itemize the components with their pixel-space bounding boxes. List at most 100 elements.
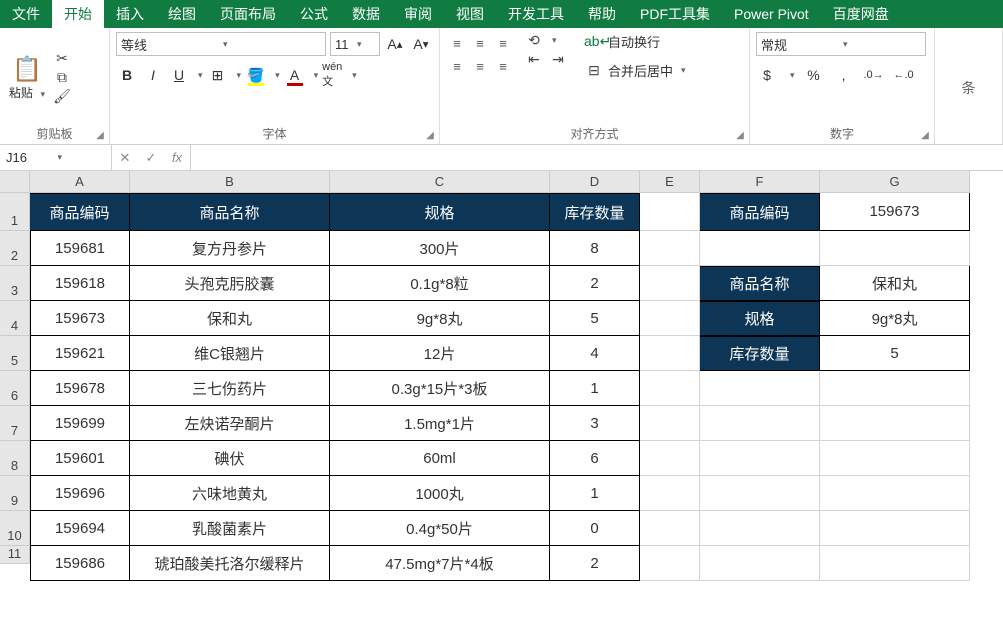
empty-cell[interactable]	[700, 441, 820, 476]
tab-pdf[interactable]: PDF工具集	[628, 0, 722, 28]
table-cell[interactable]: 159678	[30, 371, 130, 406]
tab-home[interactable]: 开始	[52, 0, 104, 28]
row-header[interactable]: 8	[0, 441, 30, 476]
empty-cell[interactable]	[640, 511, 700, 546]
align-left-icon[interactable]: ≡	[446, 55, 468, 77]
table-cell[interactable]: 左炔诺孕酮片	[130, 406, 330, 441]
phonetic-button[interactable]: wén 文	[322, 64, 344, 86]
table-cell[interactable]: 碘伏	[130, 441, 330, 476]
table-header-cell[interactable]: 库存数量	[550, 193, 640, 231]
empty-cell[interactable]	[640, 266, 700, 301]
table-header-cell[interactable]: 商品编码	[700, 193, 820, 231]
col-header[interactable]: F	[700, 171, 820, 193]
empty-cell[interactable]	[640, 406, 700, 441]
empty-cell[interactable]	[640, 231, 700, 266]
table-cell[interactable]: 0	[550, 511, 640, 546]
font-size-combo[interactable]: 11▾	[330, 32, 380, 56]
table-cell[interactable]: 5	[820, 336, 970, 371]
empty-cell[interactable]	[820, 511, 970, 546]
empty-cell[interactable]	[640, 336, 700, 371]
empty-cell[interactable]	[820, 371, 970, 406]
number-format-combo[interactable]: 常规▾	[756, 32, 926, 56]
table-cell[interactable]: 8	[550, 231, 640, 266]
dialog-launcher-icon[interactable]: ◢	[918, 128, 932, 142]
empty-cell[interactable]	[700, 476, 820, 511]
col-header[interactable]: D	[550, 171, 640, 193]
table-header-cell[interactable]: 商品名称	[700, 266, 820, 301]
border-button[interactable]: ⊞	[207, 64, 229, 86]
comma-button[interactable]: ,	[833, 64, 855, 86]
col-header[interactable]: C	[330, 171, 550, 193]
tab-data[interactable]: 数据	[340, 0, 392, 28]
table-cell[interactable]: 1	[550, 476, 640, 511]
row-header[interactable]: 11	[0, 546, 30, 564]
table-cell[interactable]: 159696	[30, 476, 130, 511]
table-cell[interactable]: 9g*8丸	[820, 301, 970, 336]
empty-cell[interactable]	[700, 511, 820, 546]
table-cell[interactable]: 0.3g*15片*3板	[330, 371, 550, 406]
empty-cell[interactable]	[640, 371, 700, 406]
table-cell[interactable]: 47.5mg*7片*4板	[330, 546, 550, 581]
table-cell[interactable]: 乳酸菌素片	[130, 511, 330, 546]
table-header-cell[interactable]: 库存数量	[700, 336, 820, 371]
increase-indent-icon[interactable]: ⇥	[548, 51, 568, 68]
tab-powerpivot[interactable]: Power Pivot	[722, 0, 821, 28]
table-cell[interactable]: 159681	[30, 231, 130, 266]
tab-file[interactable]: 文件	[0, 0, 52, 28]
fill-color-button[interactable]: 🪣	[245, 64, 267, 86]
table-cell[interactable]: 159699	[30, 406, 130, 441]
underline-button[interactable]: U	[168, 64, 190, 86]
row-header[interactable]: 2	[0, 231, 30, 266]
table-cell[interactable]: 6	[550, 441, 640, 476]
worksheet-grid[interactable]: ABCDEFG 1商品编码商品名称规格库存数量商品编码1596732159681…	[0, 171, 1003, 581]
align-middle-icon[interactable]: ≡	[469, 32, 491, 54]
table-header-cell[interactable]: 规格	[700, 301, 820, 336]
paste-button[interactable]: 📋 粘贴 ▾	[6, 55, 48, 101]
table-cell[interactable]: 159618	[30, 266, 130, 301]
empty-cell[interactable]	[700, 406, 820, 441]
tab-layout[interactable]: 页面布局	[208, 0, 288, 28]
decrease-indent-icon[interactable]: ⇤	[524, 51, 544, 68]
table-cell[interactable]: 159694	[30, 511, 130, 546]
increase-decimal-icon[interactable]: .0→	[863, 64, 885, 86]
empty-cell[interactable]	[820, 546, 970, 581]
table-cell[interactable]: 0.4g*50片	[330, 511, 550, 546]
format-painter-icon[interactable]: 🖌	[52, 88, 72, 105]
align-top-icon[interactable]: ≡	[446, 32, 468, 54]
decrease-font-icon[interactable]: A▾	[410, 33, 432, 55]
empty-cell[interactable]	[640, 193, 700, 231]
fx-icon[interactable]: fx	[164, 150, 190, 165]
table-cell[interactable]: 头孢克肟胶囊	[130, 266, 330, 301]
tab-review[interactable]: 审阅	[392, 0, 444, 28]
select-all-corner[interactable]	[0, 171, 30, 193]
empty-cell[interactable]	[640, 301, 700, 336]
row-header[interactable]: 3	[0, 266, 30, 301]
table-header-cell[interactable]: 规格	[330, 193, 550, 231]
empty-cell[interactable]	[820, 441, 970, 476]
conditional-format-button[interactable]: 条	[941, 32, 996, 144]
font-name-combo[interactable]: 等线▾	[116, 32, 326, 56]
table-cell[interactable]: 六味地黄丸	[130, 476, 330, 511]
table-header-cell[interactable]: 商品编码	[30, 193, 130, 231]
font-color-button[interactable]: A	[284, 64, 306, 86]
tab-draw[interactable]: 绘图	[156, 0, 208, 28]
table-cell[interactable]: 159673	[820, 193, 970, 231]
table-cell[interactable]: 1000丸	[330, 476, 550, 511]
empty-cell[interactable]	[640, 476, 700, 511]
table-cell[interactable]: 0.1g*8粒	[330, 266, 550, 301]
table-cell[interactable]: 维C银翘片	[130, 336, 330, 371]
tab-dev[interactable]: 开发工具	[496, 0, 576, 28]
merge-center-button[interactable]: ⊟合并后居中▾	[584, 61, 686, 80]
tab-help[interactable]: 帮助	[576, 0, 628, 28]
wrap-text-button[interactable]: ab↵自动换行	[584, 32, 686, 51]
table-cell[interactable]: 5	[550, 301, 640, 336]
col-header[interactable]: E	[640, 171, 700, 193]
table-cell[interactable]: 保和丸	[130, 301, 330, 336]
table-cell[interactable]: 1	[550, 371, 640, 406]
name-box[interactable]: J16▾	[0, 145, 112, 170]
tab-view[interactable]: 视图	[444, 0, 496, 28]
tab-insert[interactable]: 插入	[104, 0, 156, 28]
table-header-cell[interactable]: 商品名称	[130, 193, 330, 231]
empty-cell[interactable]	[640, 546, 700, 581]
col-header[interactable]: A	[30, 171, 130, 193]
